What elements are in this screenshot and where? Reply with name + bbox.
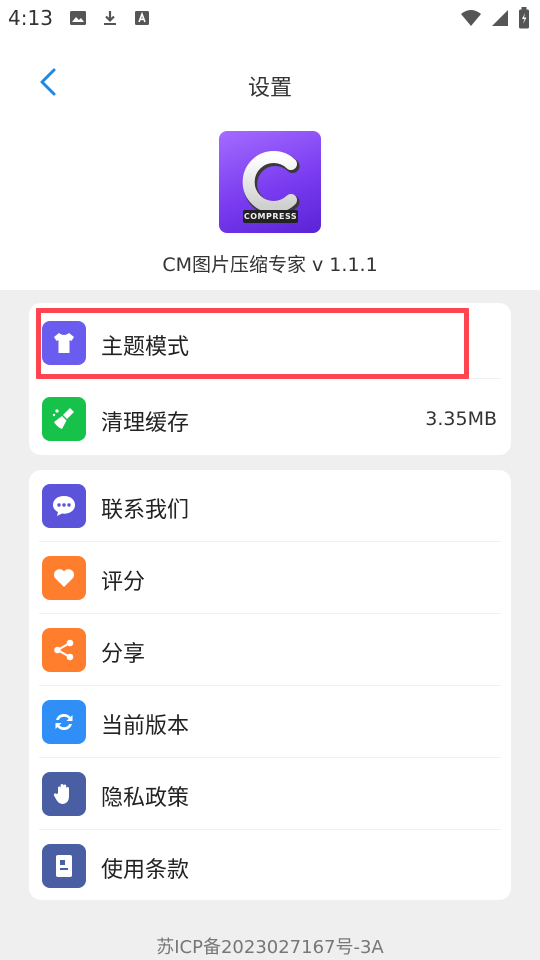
share-item[interactable]: 分享 bbox=[29, 614, 511, 686]
clear-cache-item[interactable]: 清理缓存 3.35MB bbox=[29, 383, 511, 455]
share-icon bbox=[42, 628, 86, 672]
broom-icon bbox=[42, 397, 86, 441]
terms-of-use-item[interactable]: 使用条款 bbox=[29, 830, 511, 902]
status-bar: 4:13 bbox=[0, 0, 540, 36]
download-icon bbox=[100, 8, 120, 28]
icp-footer: 苏ICP备2023027167号-3A bbox=[156, 937, 384, 958]
status-time: 4:13 bbox=[8, 6, 53, 30]
image-icon bbox=[68, 8, 88, 28]
share-label: 分享 bbox=[101, 642, 146, 667]
cache-size-value: 3.35MB bbox=[425, 408, 497, 430]
app-name-version: CM图片压缩专家 v 1.1.1 bbox=[162, 254, 378, 276]
battery-icon bbox=[518, 7, 530, 33]
clear-cache-label: 清理缓存 bbox=[101, 411, 190, 436]
contact-us-label: 联系我们 bbox=[101, 498, 190, 523]
app-logo: COMPRESS bbox=[219, 131, 321, 233]
page-title: 设置 bbox=[247, 76, 292, 101]
status-right-icons bbox=[460, 7, 530, 33]
hand-icon bbox=[42, 772, 86, 816]
rate-label: 评分 bbox=[101, 570, 146, 595]
current-version-item[interactable]: 当前版本 bbox=[29, 686, 511, 758]
highlight-box bbox=[36, 308, 469, 379]
logo-badge: COMPRESS bbox=[243, 210, 298, 223]
document-icon bbox=[42, 844, 86, 888]
privacy-policy-label: 隐私政策 bbox=[101, 786, 190, 811]
settings-group-2: 联系我们 评分 分享 当前版本 隐私政策 使用条款 bbox=[29, 470, 511, 900]
status-left-icons bbox=[68, 8, 152, 28]
contact-us-item[interactable]: 联系我们 bbox=[29, 470, 511, 542]
a-badge-icon bbox=[132, 8, 152, 28]
heart-icon bbox=[42, 556, 86, 600]
terms-of-use-label: 使用条款 bbox=[101, 858, 190, 883]
privacy-policy-item[interactable]: 隐私政策 bbox=[29, 758, 511, 830]
current-version-label: 当前版本 bbox=[101, 714, 190, 739]
wifi-icon bbox=[460, 8, 482, 32]
signal-icon bbox=[490, 8, 510, 32]
refresh-icon bbox=[42, 700, 86, 744]
chat-icon bbox=[42, 484, 86, 528]
rate-item[interactable]: 评分 bbox=[29, 542, 511, 614]
app-header: 设置 bbox=[0, 56, 540, 112]
